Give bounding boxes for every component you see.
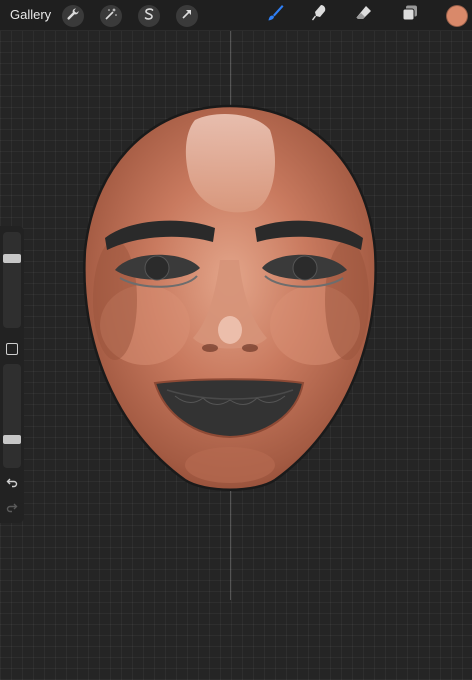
layers-button[interactable] [399,4,421,26]
undo-button[interactable] [4,477,20,491]
opacity-slider[interactable] [3,364,21,468]
brush-tool-button[interactable] [264,4,286,26]
layers-icon [400,3,420,28]
left-sidebar [0,226,24,523]
face-painting [83,104,377,491]
transform-arrow-icon [180,7,194,26]
opacity-slider-knob[interactable] [3,435,21,445]
brush-icon [265,3,285,28]
top-toolbar: Gallery [0,0,472,31]
adjustments-button[interactable] [100,5,122,27]
undo-icon [6,475,18,493]
selection-button[interactable] [138,5,160,27]
brush-size-slider[interactable] [3,232,21,328]
eraser-tool-button[interactable] [353,4,375,26]
smudge-icon [309,3,329,28]
gallery-button[interactable]: Gallery [10,7,51,22]
actions-button[interactable] [62,5,84,27]
smudge-tool-button[interactable] [308,4,330,26]
brush-size-slider-knob[interactable] [3,253,21,263]
redo-icon [6,500,18,518]
transform-button[interactable] [176,5,198,27]
modify-button[interactable] [6,343,18,355]
wrench-icon [66,7,80,26]
selection-icon [142,7,156,26]
color-picker-button[interactable] [446,5,468,27]
face-artwork [75,100,387,500]
eraser-icon [354,3,374,28]
magic-wand-icon [104,7,118,26]
redo-button[interactable] [4,502,20,516]
